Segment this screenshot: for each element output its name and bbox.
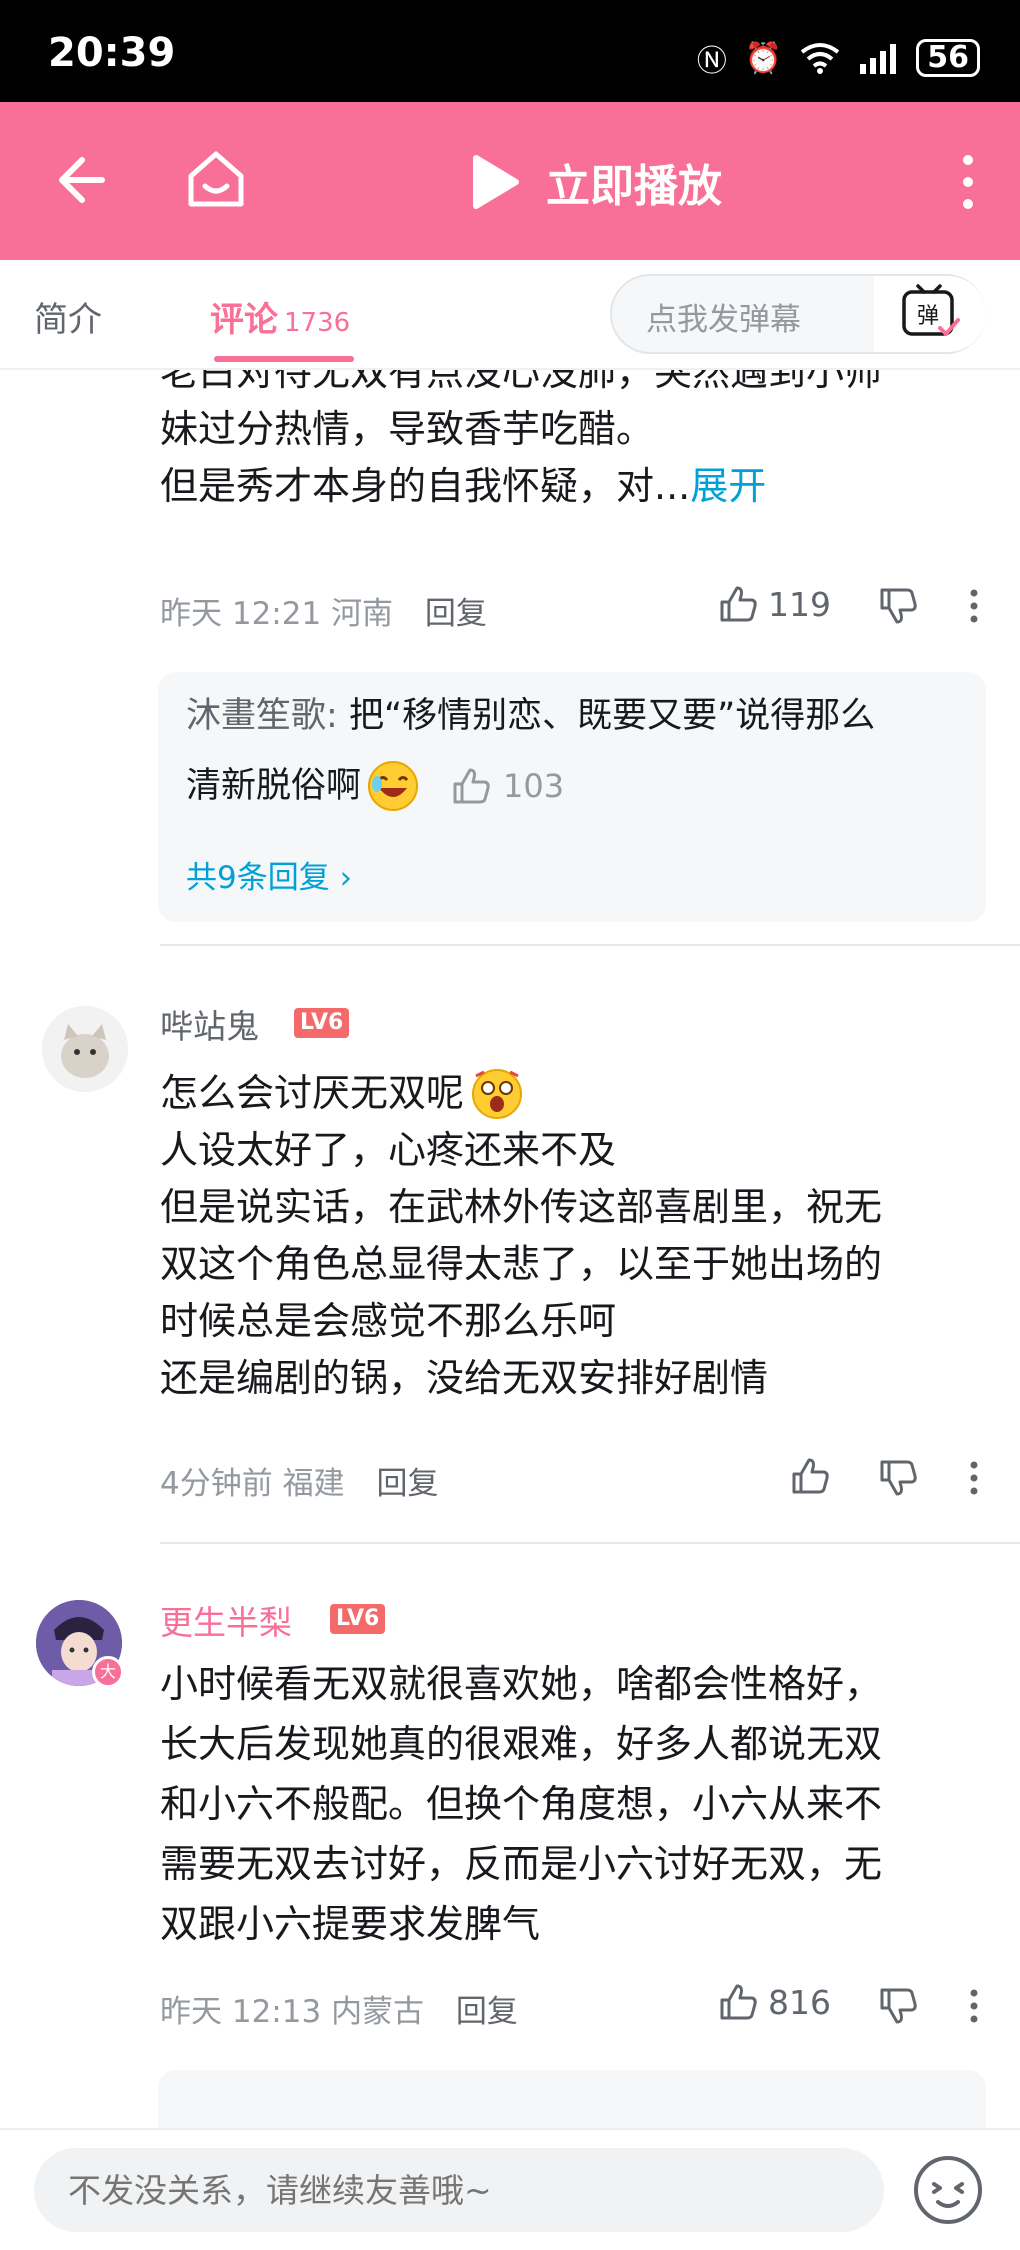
shocked-emoji-icon <box>472 1069 523 1119</box>
comment-body: 老白对待无双有点没心没肺，突然遇到小师 妹过分热情，导致香芋吃醋。 但是秀才本身… <box>160 370 980 515</box>
comment-time: 昨天 12:13 <box>160 1994 322 2030</box>
reply-button[interactable]: 回复 <box>425 596 487 632</box>
play-now-button[interactable]: 立即播放 <box>470 150 722 214</box>
comment-line: 老白对待无双有点没心没肺，突然遇到小师 <box>160 370 883 394</box>
avatar[interactable] <box>42 1006 128 1092</box>
comment-location: 内蒙古 <box>331 1994 425 2030</box>
laughing-emoji-icon <box>368 761 419 811</box>
back-arrow-icon[interactable] <box>52 152 108 208</box>
like-icon[interactable] <box>718 1982 758 2022</box>
danmaku-tv-icon: 弹 <box>902 284 960 336</box>
divider <box>160 1542 1020 1544</box>
reply-preview-line: 清新脱俗啊 103 <box>186 758 564 814</box>
chevron-right-icon: › <box>339 860 352 896</box>
alarm-icon: ⏰ <box>744 40 783 76</box>
reply-text: 把“移情别恋、既要又要”说得那么 <box>348 696 876 736</box>
like-count: 816 <box>768 1982 831 2022</box>
reply-text: 清新脱俗啊 <box>186 766 362 806</box>
comment-time: 4分钟前 <box>160 1466 273 1502</box>
comment-line: 人设太好了，心疼还来不及 <box>160 1128 617 1172</box>
comment-location: 河南 <box>331 596 394 632</box>
expand-link[interactable]: 展开 <box>690 464 766 508</box>
comment-username[interactable]: 更生半梨 <box>160 1596 292 1644</box>
comment-line: 双跟小六提要求发脾气 <box>160 1902 541 1946</box>
dislike-icon[interactable] <box>878 1986 918 2026</box>
danmaku-toggle-button[interactable]: 弹 <box>874 276 986 352</box>
comment-meta: 4分钟前 福建 回复 <box>160 1458 438 1503</box>
danmaku-icon-text: 弹 <box>917 304 939 329</box>
more-options-icon[interactable] <box>968 588 980 624</box>
battery-indicator: 56 <box>916 39 980 77</box>
comment-line: 但是说实话，在武林外传这部喜剧里，祝无 <box>160 1185 883 1229</box>
comment-line: 但是秀才本身的自我怀疑，对...展开 <box>160 464 767 508</box>
comment-line: 长大后发现她真的很艰难，好多人都说无双 <box>160 1722 883 1766</box>
comment-line: 需要无双去讨好，反而是小六讨好无双，无 <box>160 1842 883 1886</box>
comment-input-bar <box>0 2128 1020 2250</box>
like-icon[interactable] <box>718 584 758 624</box>
comment-line: 和小六不般配。但换个角度想，小六从来不 <box>160 1782 883 1826</box>
vip-badge: 大 <box>92 1656 124 1688</box>
dislike-icon[interactable] <box>878 1458 918 1498</box>
comment-actions: 119 <box>718 584 831 624</box>
comment-meta: 昨天 12:13 内蒙古 回复 <box>160 1986 518 2031</box>
comment-username[interactable]: 哔站鬼 <box>160 1000 259 1048</box>
comment-body: 怎么会讨厌无双呢 人设太好了，心疼还来不及 但是说实话，在武林外传这部喜剧里，祝… <box>160 1064 980 1407</box>
comment-list: 老白对待无双有点没心没肺，突然遇到小师 妹过分热情，导致香芋吃醋。 但是秀才本身… <box>0 370 1020 2128</box>
level-badge: LV6 <box>330 1604 386 1634</box>
reply-preview-box[interactable] <box>158 2070 986 2128</box>
like-icon[interactable] <box>451 766 491 806</box>
play-now-label: 立即播放 <box>546 161 722 212</box>
comment-time: 昨天 12:21 <box>160 596 322 632</box>
reply-like-count: 103 <box>503 767 565 805</box>
comment-actions: 816 <box>718 1982 831 2022</box>
more-vertical-icon[interactable] <box>960 154 976 210</box>
wifi-icon <box>801 43 840 74</box>
signal-icon <box>860 44 897 74</box>
comment-line: 还是编剧的锅，没给无双安排好剧情 <box>160 1356 769 1400</box>
reply-preview-line: 沐畫笙歌: 把“移情别恋、既要又要”说得那么 <box>186 690 875 742</box>
view-all-replies-link[interactable]: 共9条回复 › <box>186 852 352 897</box>
dislike-icon[interactable] <box>878 586 918 626</box>
reply-username[interactable]: 沐畫笙歌: <box>186 696 338 736</box>
level-badge: LV6 <box>294 1008 350 1038</box>
comment-meta: 昨天 12:21 河南 回复 <box>160 588 487 633</box>
status-time: 20:39 <box>48 30 176 76</box>
tab-comments[interactable]: 评论 1736 <box>210 292 350 341</box>
play-icon <box>473 155 519 209</box>
divider <box>160 944 1020 946</box>
tab-comments-label: 评论 <box>210 300 278 340</box>
more-options-icon[interactable] <box>968 1988 980 2024</box>
home-icon[interactable] <box>185 148 247 210</box>
comment-line: 双这个角色总显得太悲了，以至于她出场的 <box>160 1242 883 1286</box>
status-bar: 20:39 Ⓝ ⏰ 56 <box>0 0 1020 102</box>
cat-avatar-icon <box>42 1006 128 1092</box>
comment-count: 1736 <box>284 308 351 338</box>
danmaku-placeholder: 点我发弹幕 <box>646 302 801 338</box>
status-icons: Ⓝ ⏰ 56 <box>697 36 980 80</box>
emoji-icon[interactable] <box>906 2148 990 2232</box>
comment-line: 小时候看无双就很喜欢她，啥都会性格好， <box>160 1662 883 1706</box>
like-count: 119 <box>768 584 831 624</box>
tab-bar: 简介 评论 1736 点我发弹幕 弹 <box>0 260 1020 370</box>
reply-preview-box[interactable]: 沐畫笙歌: 把“移情别恋、既要又要”说得那么 清新脱俗啊 103 共9条回复 › <box>158 672 986 922</box>
more-options-icon[interactable] <box>968 1460 980 1496</box>
comment-body: 小时候看无双就很喜欢她，啥都会性格好， 长大后发现她真的很艰难，好多人都说无双 … <box>160 1654 980 1954</box>
tab-active-indicator <box>214 356 354 362</box>
reply-button[interactable]: 回复 <box>376 1466 438 1502</box>
danmaku-input[interactable]: 点我发弹幕 弹 <box>610 274 986 354</box>
comment-line: 时候总是会感觉不那么乐呵 <box>160 1299 617 1343</box>
comment-location: 福建 <box>282 1466 345 1502</box>
comment-line: 怎么会讨厌无双呢 <box>160 1064 980 1122</box>
comment-input[interactable] <box>34 2148 884 2232</box>
top-app-bar: 立即播放 <box>0 102 1020 260</box>
comment-line: 妹过分热情，导致香芋吃醋。 <box>160 407 655 451</box>
like-icon[interactable] <box>790 1456 830 1496</box>
nfc-icon: Ⓝ <box>696 44 727 79</box>
reply-button[interactable]: 回复 <box>456 1994 518 2030</box>
tab-intro[interactable]: 简介 <box>34 292 102 341</box>
